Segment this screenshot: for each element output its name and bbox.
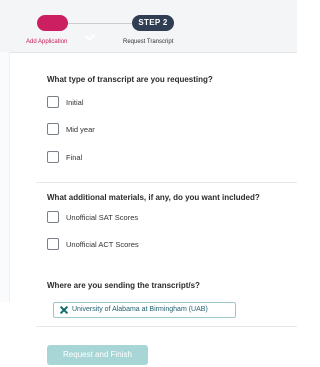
sat-scores-checkbox[interactable] [47,211,59,223]
mid-year-label[interactable]: Mid year [66,125,95,134]
additional-materials-question: What additional materials, if any, do yo… [47,193,260,202]
act-scores-checkbox[interactable] [47,238,59,250]
left-panel [0,52,10,302]
step-2-label: Request Transcript [123,39,174,45]
destination-question: Where are you sending the transcript/s? [47,281,200,290]
final-checkbox[interactable] [47,151,59,163]
act-scores-label[interactable]: Unofficial ACT Scores [66,240,139,249]
page: STEP 2 Add Application Request Transcrip… [0,0,297,367]
stepper: STEP 2 Add Application Request Transcrip… [0,0,297,53]
step-1-label[interactable]: Add Application [26,39,67,45]
transcript-type-question: What type of transcript are you requesti… [47,75,213,84]
check-icon [85,31,95,41]
selected-school-tag[interactable]: University of Alabama at Birmingham (UAB… [53,302,236,318]
initial-checkbox[interactable] [47,96,59,108]
x-icon[interactable] [59,305,69,315]
step-1-indicator [37,15,95,41]
request-and-finish-button[interactable]: Request and Finish [47,345,148,365]
sat-scores-label[interactable]: Unofficial SAT Scores [66,213,138,222]
step-2-indicator: STEP 2 [132,15,174,31]
step-connector [68,23,132,24]
section-divider-bottom [36,326,297,327]
initial-label[interactable]: Initial [66,98,84,107]
mid-year-checkbox[interactable] [47,123,59,135]
final-label[interactable]: Final [66,153,82,162]
section-divider [36,182,297,183]
selected-school-label: University of Alabama at Birmingham (UAB… [72,306,208,313]
